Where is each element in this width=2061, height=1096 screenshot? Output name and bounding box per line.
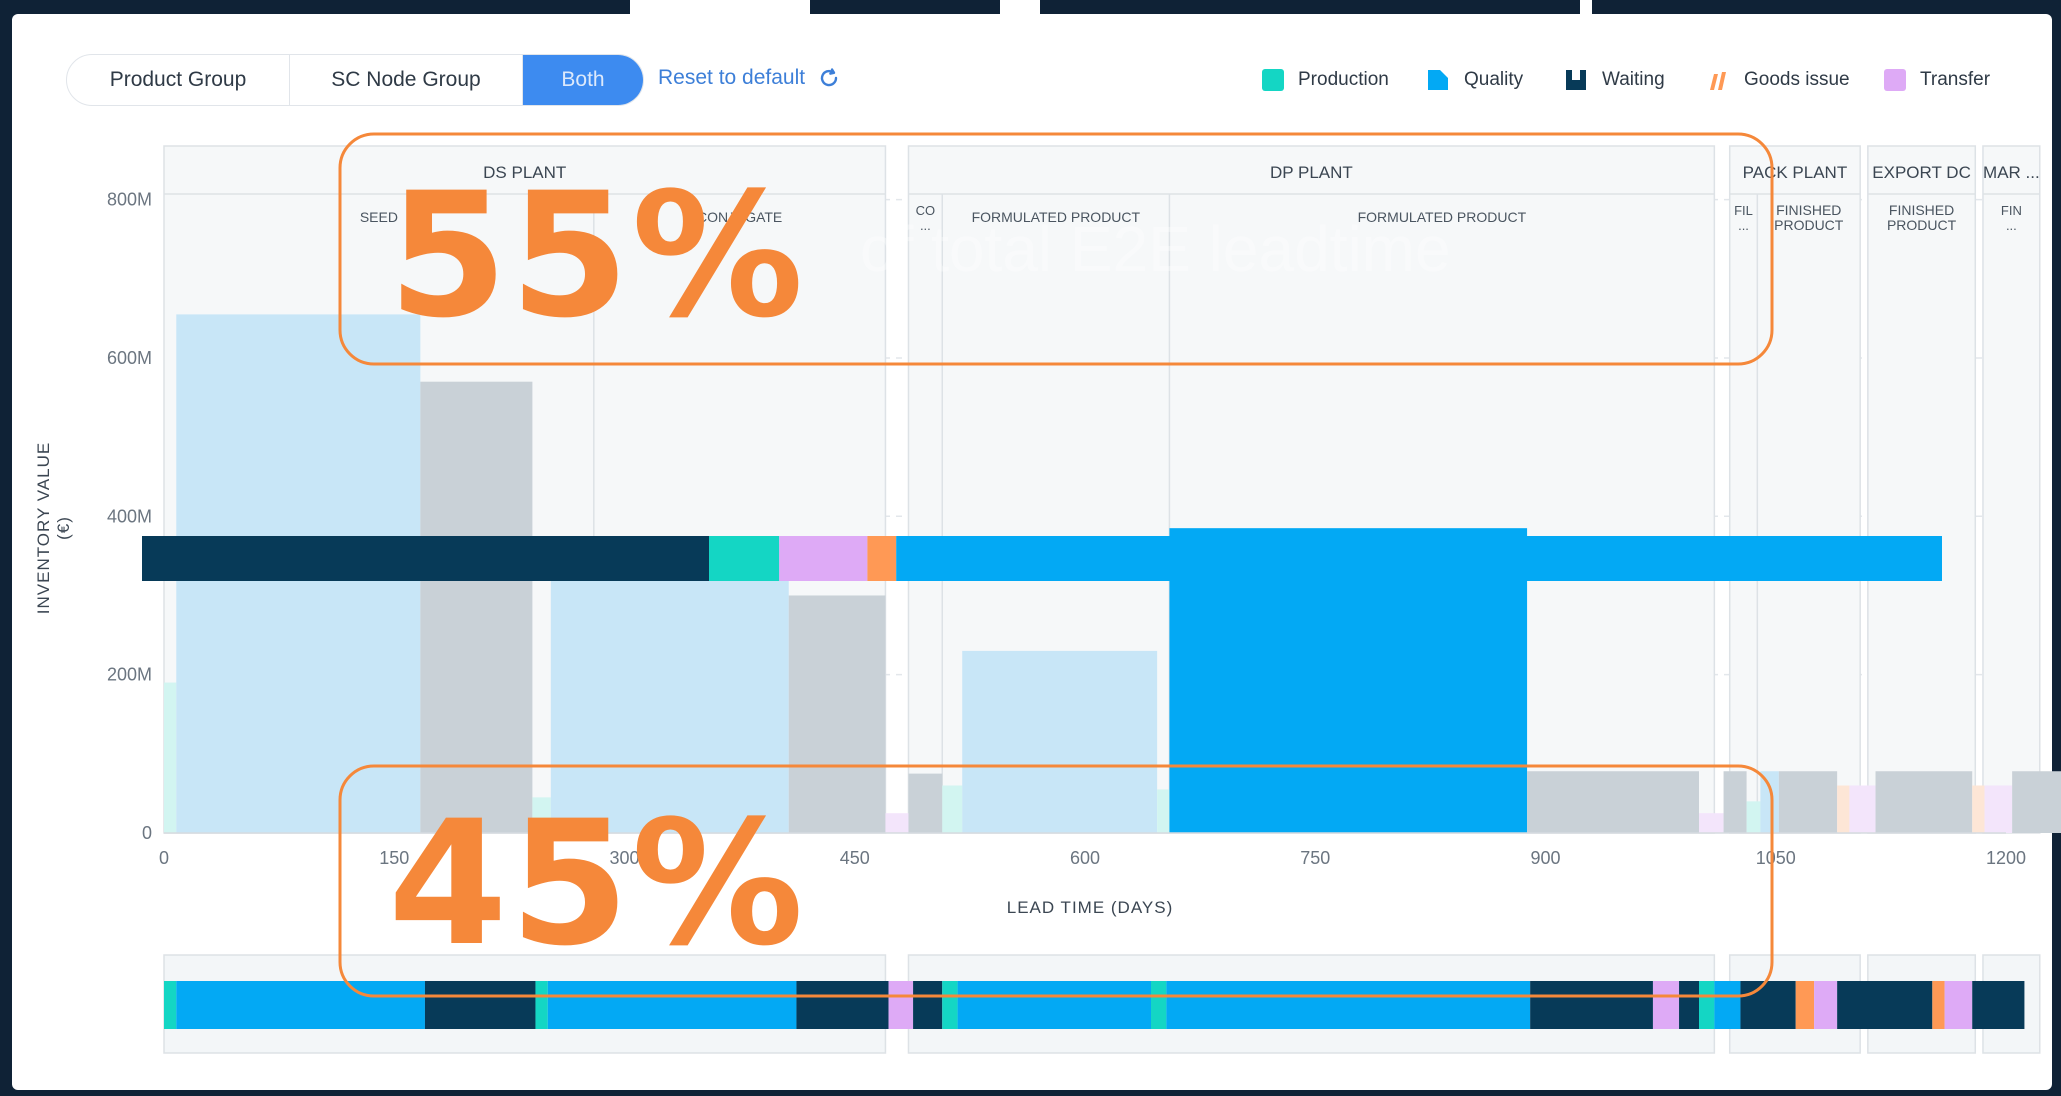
- bar: [1699, 813, 1724, 833]
- summary-segment: [142, 536, 709, 581]
- timeline-segment: [547, 981, 797, 1029]
- summary-segment: [709, 536, 780, 581]
- timeline-segment: [1740, 981, 1796, 1029]
- timeline-segment: [888, 981, 914, 1029]
- timeline-segment: [913, 981, 943, 1029]
- stage-label: PACK PLANT: [1743, 163, 1848, 182]
- bar: [942, 785, 963, 833]
- stage-column: [1867, 145, 1977, 834]
- step-label: FINISHED: [1889, 202, 1954, 218]
- bar: [1875, 771, 1973, 833]
- bottom-percentage: 45%: [388, 783, 806, 984]
- bar: [908, 773, 943, 833]
- timeline-segment: [1714, 981, 1741, 1029]
- bar: [1157, 789, 1170, 833]
- y-axis-title: INVENTORY VALUE (€): [34, 441, 73, 615]
- x-tick-label: 900: [1530, 848, 1560, 868]
- step-label: FINISHED: [1776, 202, 1841, 218]
- summary-segment: [867, 536, 897, 581]
- step-label: FIN: [2001, 203, 2022, 218]
- timeline-segment: [1944, 981, 1973, 1029]
- stage-column: [1728, 145, 1861, 834]
- bar: [962, 650, 1158, 833]
- timeline-segment: [535, 981, 548, 1029]
- timeline-segment: [1932, 981, 1945, 1029]
- y-tick-label: 600M: [107, 348, 152, 368]
- bar: [1849, 785, 1876, 833]
- bar: [1972, 785, 1985, 833]
- bar: [1778, 771, 1838, 833]
- summary-segment: [779, 536, 868, 581]
- bar: [2012, 771, 2061, 833]
- top-percentage: 55%: [388, 155, 806, 356]
- timeline-segment: [176, 981, 425, 1029]
- bar: [164, 682, 177, 833]
- bar: [1984, 785, 2013, 833]
- timeline-segment: [1679, 981, 1699, 1029]
- step-label: ...: [1738, 218, 1749, 233]
- x-tick-label: 450: [840, 848, 870, 868]
- x-tick-label: 1050: [1756, 848, 1796, 868]
- timeline-segment: [1837, 981, 1933, 1029]
- timeline-segment: [164, 981, 177, 1029]
- y-tick-label: 400M: [107, 506, 152, 526]
- lead-time-chart: DS PLANTSEED CONJUGATEDP PLANTCO...FORMUL…: [107, 132, 2061, 1054]
- timeline-segment: [1699, 981, 1715, 1029]
- bar: [1760, 771, 1779, 833]
- timeline-segment: [1814, 981, 1838, 1029]
- x-tick-label: 600: [1070, 848, 1100, 868]
- x-tick-label: 0: [159, 848, 169, 868]
- stage-label: MAR ...: [1983, 163, 2040, 182]
- timeline-segment: [1652, 981, 1680, 1029]
- timeline-segment: [1530, 981, 1653, 1029]
- summary-segment: [896, 536, 1943, 581]
- x-tick-label: 750: [1300, 848, 1330, 868]
- x-axis-title: LEAD TIME (DAYS): [1006, 898, 1174, 917]
- step-label: ...: [2006, 218, 2017, 233]
- timeline-segment: [942, 981, 958, 1029]
- timeline-segment: [957, 981, 1152, 1029]
- timeline-segment: [1151, 981, 1167, 1029]
- bar: [1837, 785, 1850, 833]
- x-tick-label: 1200: [1986, 848, 2026, 868]
- timeline-segment: [424, 981, 536, 1029]
- bar: [1746, 801, 1761, 833]
- step-label: PRODUCT: [1774, 217, 1844, 233]
- y-tick-label: 200M: [107, 665, 152, 685]
- timeline-segment: [1795, 981, 1815, 1029]
- step-label: PRODUCT: [1887, 217, 1957, 233]
- stage-label: EXPORT DC: [1872, 163, 1971, 182]
- y-tick-label: 800M: [107, 190, 152, 210]
- y-tick-label: 0: [142, 823, 152, 843]
- timeline-segment: [1972, 981, 2025, 1029]
- timeline-segment: [1166, 981, 1531, 1029]
- bar: [1527, 771, 1699, 833]
- bar: [885, 813, 909, 833]
- timeline-segment: [796, 981, 889, 1029]
- bar: [1723, 771, 1747, 833]
- overlay-caption: of total E2E leadtime: [860, 213, 1451, 285]
- stage-label: DP PLANT: [1270, 163, 1353, 182]
- stage-column: [1982, 145, 2041, 834]
- step-label: FIL: [1734, 203, 1753, 218]
